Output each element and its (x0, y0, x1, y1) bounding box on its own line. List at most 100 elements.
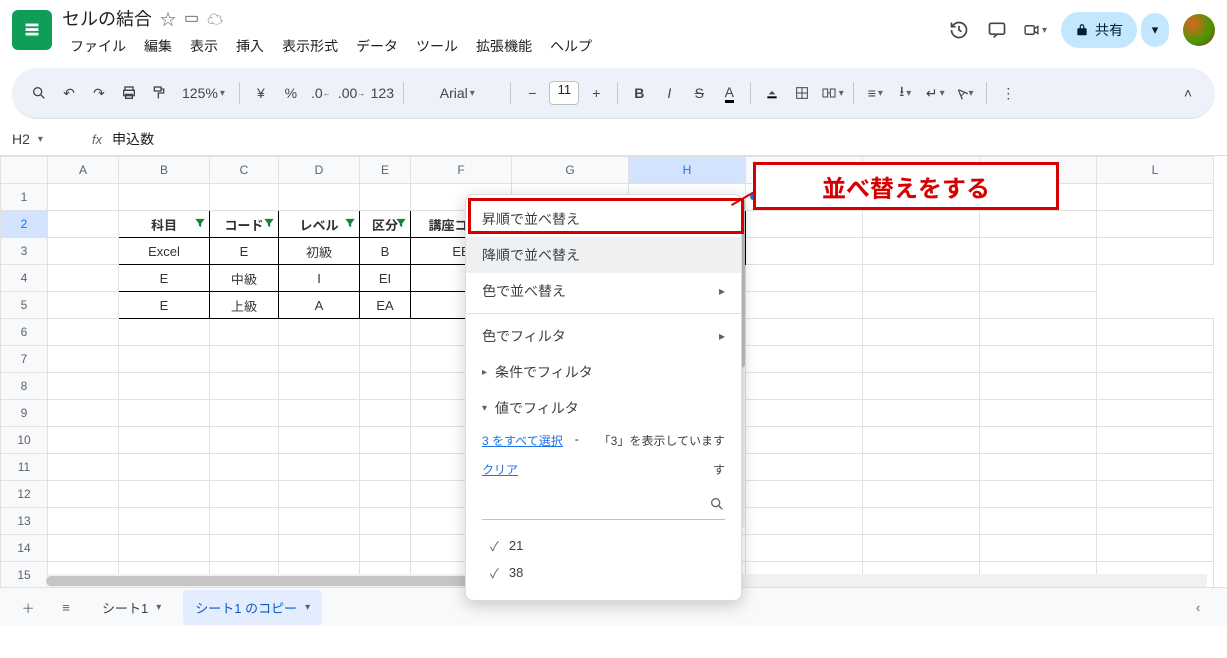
menu-挿入[interactable]: 挿入 (228, 32, 272, 60)
menu-表示形式[interactable]: 表示形式 (274, 32, 346, 60)
all-sheets-button[interactable]: ≡ (52, 593, 80, 621)
cell-B13[interactable] (119, 508, 210, 535)
filter-icon[interactable] (262, 216, 276, 230)
cell-D7[interactable] (279, 346, 360, 373)
cell-I10[interactable] (746, 427, 863, 454)
cell-E2[interactable]: 区分 (360, 211, 411, 238)
cell-E5[interactable]: A (279, 292, 360, 319)
comment-icon[interactable] (985, 18, 1009, 42)
account-avatar[interactable] (1183, 14, 1215, 46)
filter-icon[interactable] (193, 216, 207, 230)
cell-B12[interactable] (119, 481, 210, 508)
cell-F5[interactable]: EA (360, 292, 411, 319)
cell-A7[interactable] (48, 346, 119, 373)
row-header-10[interactable]: 10 (1, 427, 48, 454)
cell-D10[interactable] (279, 427, 360, 454)
cell-B3[interactable]: Excel (119, 238, 210, 265)
text-color-button[interactable]: A (716, 79, 742, 107)
filter-search-input[interactable] (482, 497, 709, 514)
cell-J7[interactable] (863, 346, 980, 373)
cell-D2[interactable]: レベル (279, 211, 360, 238)
cell-D11[interactable] (279, 454, 360, 481)
meet-icon[interactable]: ▾ (1023, 18, 1047, 42)
cell-K13[interactable] (980, 508, 1097, 535)
cell-I11[interactable] (746, 454, 863, 481)
font-size-input[interactable]: 11 (549, 81, 579, 105)
cell-J3[interactable] (863, 238, 980, 265)
cell-I2[interactable] (746, 211, 863, 238)
cell-J10[interactable] (863, 427, 980, 454)
cell-I9[interactable] (746, 400, 863, 427)
cell-J13[interactable] (863, 508, 980, 535)
cell-D14[interactable] (279, 535, 360, 562)
cell-B7[interactable] (119, 346, 210, 373)
name-box[interactable]: H2▾ (12, 131, 82, 147)
cell-K3[interactable] (980, 238, 1097, 265)
col-header-L[interactable]: L (1097, 157, 1214, 184)
select-all-link[interactable]: 3 をすべて選択 (482, 432, 563, 449)
cell-B10[interactable] (119, 427, 210, 454)
cell-I14[interactable] (746, 535, 863, 562)
cell-B8[interactable] (119, 373, 210, 400)
cell-L1[interactable] (1097, 184, 1214, 211)
strike-button[interactable]: S (686, 79, 712, 107)
cell-B9[interactable] (119, 400, 210, 427)
decrease-font-button[interactable]: − (519, 79, 545, 107)
cell-A14[interactable] (48, 535, 119, 562)
cell-I12[interactable] (746, 481, 863, 508)
cloud-icon[interactable]: ☁ (207, 6, 223, 30)
history-icon[interactable] (947, 18, 971, 42)
col-header-G[interactable]: G (512, 157, 629, 184)
col-header-F[interactable]: F (411, 157, 512, 184)
col-header-E[interactable]: E (360, 157, 411, 184)
menu-ツール[interactable]: ツール (408, 32, 466, 60)
cell-C14[interactable] (210, 535, 279, 562)
cell-E6[interactable] (360, 319, 411, 346)
zoom-select[interactable]: 125%▾ (176, 79, 231, 107)
cell-I6[interactable] (746, 319, 863, 346)
currency-button[interactable]: ¥ (248, 79, 274, 107)
select-all-cell[interactable] (1, 157, 48, 184)
cell-K5[interactable] (863, 292, 980, 319)
row-header-1[interactable]: 1 (1, 184, 48, 211)
cell-B6[interactable] (119, 319, 210, 346)
share-button[interactable]: 共有 (1061, 12, 1137, 48)
percent-button[interactable]: % (278, 79, 304, 107)
share-caret[interactable]: ▾ (1141, 13, 1169, 47)
paint-format-icon[interactable] (146, 79, 172, 107)
cell-E1[interactable] (360, 184, 411, 211)
cell-C4[interactable]: E (119, 265, 210, 292)
cell-L3[interactable] (1097, 238, 1214, 265)
decrease-decimal-button[interactable]: .0← (308, 79, 334, 107)
cell-J9[interactable] (863, 400, 980, 427)
cell-F4[interactable]: EI (360, 265, 411, 292)
halign-button[interactable]: ≡▾ (862, 79, 888, 107)
cell-C12[interactable] (210, 481, 279, 508)
menu-ヘルプ[interactable]: ヘルプ (542, 32, 600, 60)
undo-icon[interactable]: ↶ (56, 79, 82, 107)
star-icon[interactable]: ☆ (160, 6, 176, 30)
sheet-tab-2[interactable]: シート1 のコピー▾ (183, 590, 322, 625)
cell-A10[interactable] (48, 427, 119, 454)
cell-D8[interactable] (279, 373, 360, 400)
cell-J14[interactable] (863, 535, 980, 562)
cell-C9[interactable] (210, 400, 279, 427)
clear-link[interactable]: クリア (482, 461, 518, 478)
sort-color-item[interactable]: 色で並べ替え▸ (466, 273, 741, 309)
cell-E9[interactable] (360, 400, 411, 427)
col-header-D[interactable]: D (279, 157, 360, 184)
cell-L11[interactable] (1097, 454, 1214, 481)
formula-input[interactable]: 申込数 (112, 129, 154, 149)
cell-B1[interactable] (119, 184, 210, 211)
cell-A13[interactable] (48, 508, 119, 535)
cell-J6[interactable] (863, 319, 980, 346)
sort-asc-item[interactable]: 昇順で並べ替え (466, 201, 741, 237)
number-format-button[interactable]: 123 (369, 79, 395, 107)
cell-K4[interactable] (863, 265, 980, 292)
increase-decimal-button[interactable]: .00→ (338, 79, 365, 107)
cell-B2[interactable]: 科目 (119, 211, 210, 238)
row-header-6[interactable]: 6 (1, 319, 48, 346)
col-header-C[interactable]: C (210, 157, 279, 184)
cell-E8[interactable] (360, 373, 411, 400)
col-header-B[interactable]: B (119, 157, 210, 184)
